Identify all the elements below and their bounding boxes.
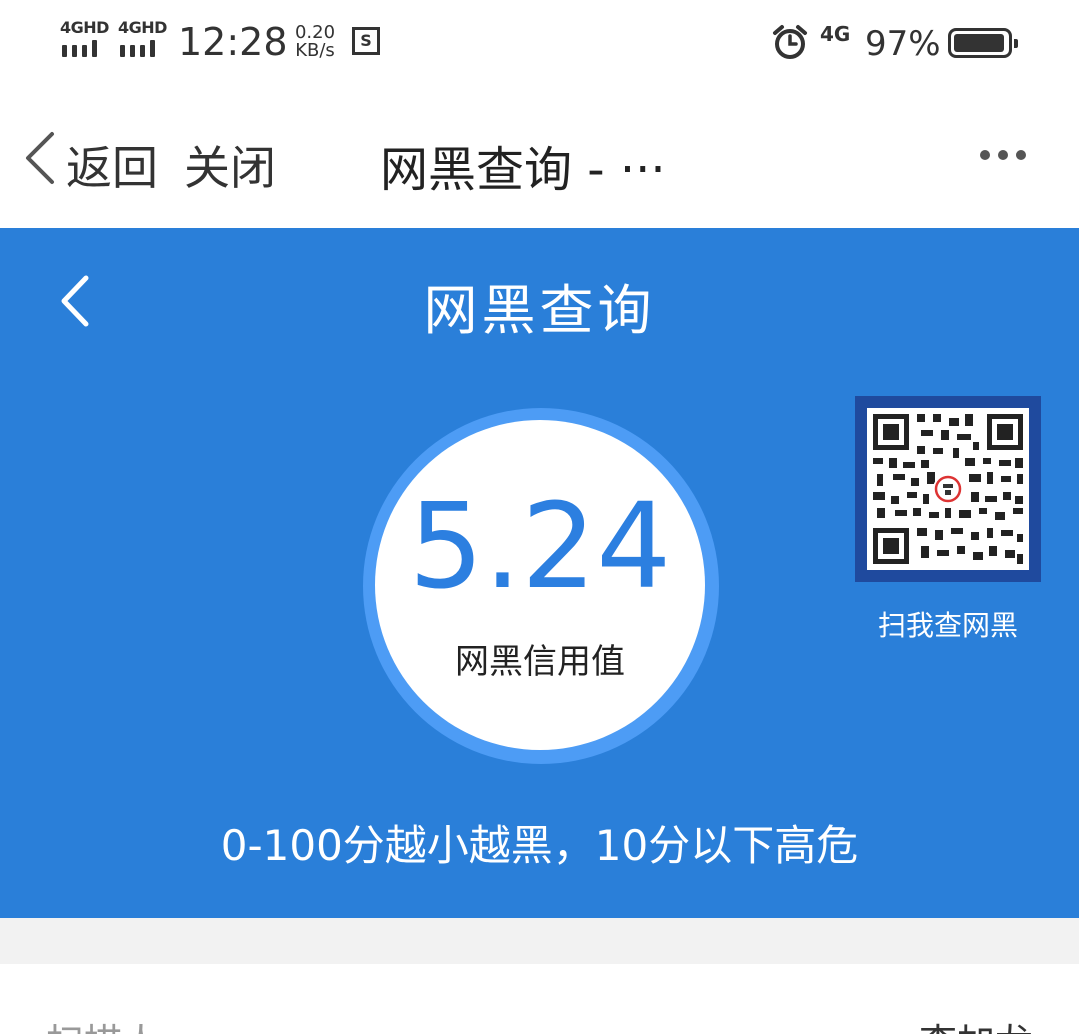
close-button[interactable]: 关闭 bbox=[184, 132, 276, 198]
credit-score-label: 网黑信用值 bbox=[455, 642, 625, 682]
sim2-label: 4GHD bbox=[118, 18, 167, 37]
scanner-name: 李加龙 bbox=[919, 1012, 1033, 1034]
status-bar: 4GHD 4GHD 12:28 0.20 KB/s S 4G 97% bbox=[0, 0, 1079, 88]
network-speed: 0.20 KB/s bbox=[290, 24, 340, 60]
section-divider bbox=[0, 918, 1079, 964]
sim1-label: 4GHD bbox=[60, 18, 109, 37]
nav-bar: 返回 关闭 网黑查询 - ··· bbox=[0, 88, 1079, 228]
info-row: 扫描人 李加龙 bbox=[0, 964, 1079, 1034]
network-type-icon: 4G bbox=[820, 22, 851, 46]
panel-title: 网黑查询 bbox=[423, 279, 656, 342]
qr-code[interactable] bbox=[855, 396, 1041, 582]
battery-percent: 97% bbox=[865, 24, 941, 64]
battery-fill bbox=[954, 34, 1004, 52]
score-hint: 0-100分越小越黑，10分以下高危 bbox=[220, 821, 859, 870]
credit-score: 5.24 bbox=[408, 477, 672, 615]
status-time: 12:28 bbox=[178, 20, 288, 64]
page-title: 网黑查询 - ··· bbox=[380, 142, 666, 198]
qr-code-icon bbox=[873, 414, 1023, 564]
query-panel: 网黑查询 5.24 网黑信用值 扫我查网黑 0-100分越小越黑，10分以下高危 bbox=[0, 228, 1079, 918]
alarm-icon bbox=[773, 25, 807, 59]
sim2-signal-icon: 4GHD bbox=[118, 18, 168, 62]
scanner-label: 扫描人 bbox=[46, 1012, 160, 1034]
speed-unit: KB/s bbox=[295, 40, 335, 61]
battery-icon bbox=[948, 28, 1018, 58]
sim1-signal-icon: 4GHD bbox=[60, 18, 110, 62]
qr-caption: 扫我查网黑 bbox=[877, 609, 1018, 642]
more-options-icon[interactable] bbox=[980, 150, 1026, 160]
chevron-left-icon[interactable] bbox=[22, 130, 56, 186]
sim-card-icon: S bbox=[352, 27, 380, 55]
back-button[interactable]: 返回 bbox=[66, 132, 158, 198]
